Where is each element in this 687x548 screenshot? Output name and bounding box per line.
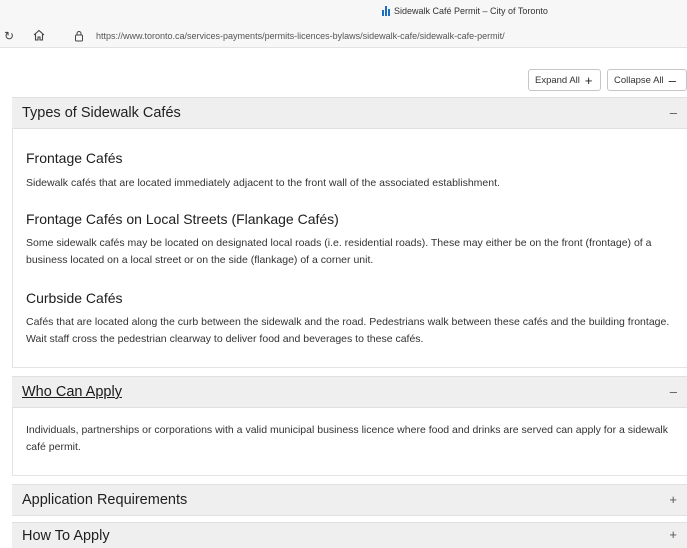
lock-icon[interactable] — [74, 30, 84, 42]
collapse-icon[interactable]: – — [670, 384, 677, 399]
address-bar: ↻ https://www.toronto.ca/services-paymen… — [0, 24, 687, 48]
collapse-all-label: Collapse All — [614, 74, 664, 86]
paragraph-curbside-cafes: Cafés that are located along the curb be… — [26, 316, 670, 345]
toronto-favicon-icon — [382, 6, 390, 16]
expand-all-button[interactable]: Expand All + — [528, 69, 601, 91]
url-field[interactable]: https://www.toronto.ca/services-payments… — [96, 31, 505, 41]
section-title-application-requirements: Application Requirements — [22, 492, 188, 508]
collapse-all-button[interactable]: Collapse All – — [607, 69, 687, 91]
paragraph-frontage-cafes: Sidewalk cafés that are located immediat… — [26, 177, 500, 189]
section-title-how-to-apply: How To Apply — [22, 527, 110, 544]
accordion-header-who-can-apply[interactable]: Who Can Apply – — [12, 376, 687, 408]
reload-icon[interactable]: ↻ — [4, 29, 14, 43]
minus-icon: – — [668, 72, 676, 88]
plus-icon: + — [584, 72, 593, 88]
accordion-header-how-to-apply[interactable]: How To Apply + — [12, 522, 687, 548]
home-icon[interactable] — [32, 28, 46, 42]
paragraph-who-can-apply: Individuals, partnerships or corporation… — [26, 424, 669, 453]
tab-title: Sidewalk Café Permit – City of Toronto — [394, 6, 548, 16]
window-title: Sidewalk Café Permit – City of Toronto — [382, 6, 548, 16]
section-title-who-can-apply[interactable]: Who Can Apply — [22, 384, 122, 400]
paragraph-flankage-cafes: Some sidewalk cafés may be located on de… — [26, 237, 652, 266]
expand-icon[interactable]: + — [669, 492, 677, 507]
subheading-flankage-cafes: Frontage Cafés on Local Streets (Flankag… — [26, 211, 339, 227]
accordion-header-application-requirements[interactable]: Application Requirements + — [12, 484, 687, 516]
browser-title-bar: Sidewalk Café Permit – City of Toronto — [0, 0, 687, 24]
expand-icon[interactable]: + — [669, 527, 677, 542]
subheading-frontage-cafes: Frontage Cafés — [26, 150, 123, 166]
section-title-types: Types of Sidewalk Cafés — [22, 105, 181, 121]
collapse-icon[interactable]: – — [670, 105, 677, 120]
accordion-header-types[interactable]: Types of Sidewalk Cafés – — [12, 97, 687, 129]
subheading-curbside-cafes: Curbside Cafés — [26, 290, 123, 306]
expand-all-label: Expand All — [535, 74, 580, 86]
